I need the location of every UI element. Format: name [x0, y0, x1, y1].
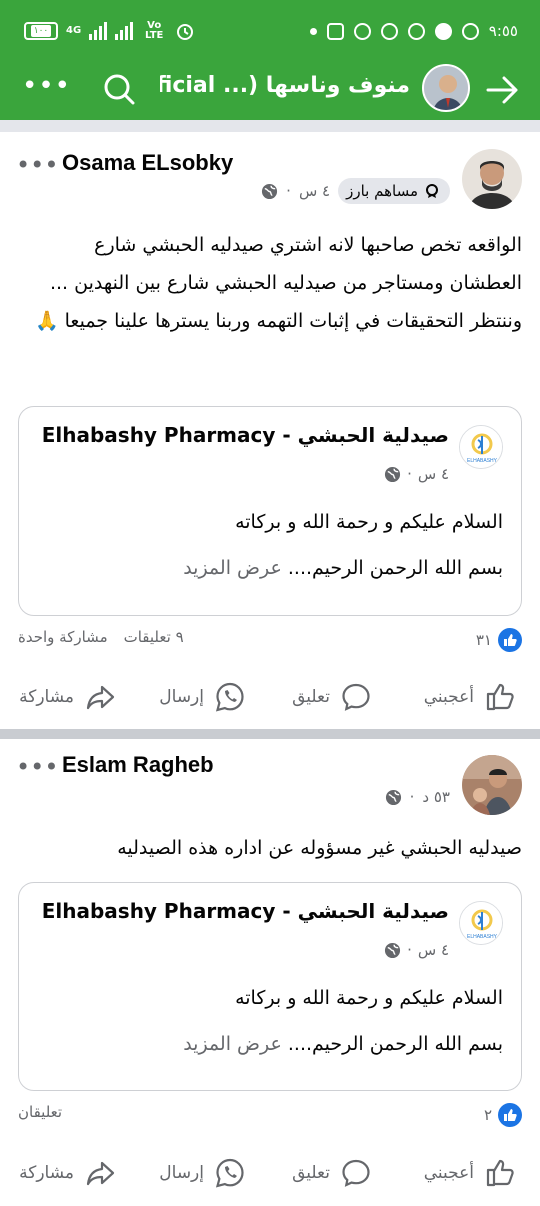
group-avatar[interactable]: [422, 64, 470, 112]
svg-text:ELHABASHY: ELHABASHY: [467, 934, 498, 940]
status-bar: ١٠٠ 4G Vo LTE ٩:٥٥: [0, 0, 540, 58]
pharmacy-avatar[interactable]: ELHABASHY: [459, 425, 503, 469]
volte-indicator: Vo LTE: [144, 20, 164, 41]
shared-post-time: ٤ س: [417, 465, 449, 483]
badge-icon: [426, 184, 438, 198]
whatsapp-icon-2: [407, 22, 425, 40]
comment-button[interactable]: تعليق: [292, 672, 372, 722]
post-meta: مساهم بارز ٤ س ·: [261, 178, 450, 204]
share-button[interactable]: مشاركة: [19, 1148, 116, 1198]
comment-button[interactable]: تعليق: [292, 1148, 372, 1198]
shared-post-line-2: بسم الله الرحمن الرحيم.... عرض المزيد: [183, 557, 503, 579]
shared-post-line-1: السلام عليكم و رحمة الله و بركاته: [235, 987, 503, 1009]
alarm-icon: [177, 24, 194, 40]
author-avatar[interactable]: [462, 149, 522, 209]
post-time[interactable]: ٥٣ د: [422, 788, 450, 806]
shared-post-card[interactable]: ELHABASHY صيدلية الحبشي - Elhabashy Phar…: [18, 882, 522, 1091]
send-button[interactable]: إرسال: [159, 1148, 246, 1198]
shared-post-meta: ٤ س ·: [384, 465, 449, 483]
post-separator: [0, 729, 540, 739]
shared-post-meta: ٤ س ·: [384, 941, 449, 959]
thumbs-up-icon: [486, 1159, 514, 1187]
author-avatar[interactable]: [462, 755, 522, 815]
comment-icon: [342, 683, 370, 711]
post-text: الواقعه تخص صاحبها لانه اشتري صيدليه الح…: [34, 234, 522, 332]
whatsapp-send-icon: [215, 1158, 244, 1188]
post-card: Eslam Ragheb ••• ٥٣ د · صيدليه الحبشي غي…: [0, 739, 540, 1206]
globe-icon: [385, 942, 401, 958]
network-indicator: 4G: [66, 25, 82, 36]
comment-icon: [342, 1159, 370, 1187]
shared-page-name[interactable]: صيدلية الحبشي - Elhabashy Pharmacy: [29, 423, 449, 447]
post-more-icon[interactable]: •••: [16, 153, 58, 178]
shared-post-card[interactable]: ELHABASHY صيدلية الحبشي - Elhabashy Phar…: [18, 406, 522, 616]
share-button[interactable]: مشاركة: [19, 672, 116, 722]
globe-icon: [385, 466, 401, 482]
like-reaction-icon[interactable]: [498, 1103, 522, 1127]
globe-icon: [385, 789, 401, 805]
clock: ٩:٥٥: [488, 22, 518, 40]
see-more-link[interactable]: عرض المزيد: [183, 1033, 282, 1055]
shared-post-time: ٤ س: [417, 941, 449, 959]
group-title[interactable]: منوف وناسها (... official: [160, 70, 410, 102]
comment-count[interactable]: تعليقان: [18, 1103, 62, 1121]
share-arrow-icon: [86, 1161, 115, 1186]
messenger-icon: [353, 22, 371, 40]
globe-icon: [262, 183, 278, 199]
whatsapp-icon: [380, 22, 398, 40]
signal-icon-2: [115, 22, 134, 40]
more-options-icon[interactable]: •••: [22, 72, 70, 106]
signal-icon: [89, 22, 108, 40]
battery-icon: ١٠٠: [24, 22, 58, 40]
author-name[interactable]: Eslam Ragheb: [62, 752, 214, 778]
author-name[interactable]: Osama ELsobky: [62, 150, 233, 176]
post-actions: أعجبني تعليق إرسال مشاركة: [0, 1148, 540, 1198]
thumbs-up-icon: [486, 683, 514, 711]
like-button[interactable]: أعجبني: [424, 1148, 516, 1198]
whatsapp-icon-3: [461, 22, 479, 40]
like-button[interactable]: أعجبني: [424, 672, 516, 722]
instagram-icon: [326, 22, 344, 40]
shared-post-line-2: بسم الله الرحمن الرحيم.... عرض المزيد: [183, 1033, 503, 1055]
badge-label: مساهم بارز: [346, 182, 418, 200]
post-more-icon[interactable]: •••: [16, 755, 58, 780]
shared-post-line-1: السلام عليكم و رحمة الله و بركاته: [235, 511, 503, 533]
shared-page-name[interactable]: صيدلية الحبشي - Elhabashy Pharmacy: [29, 899, 449, 923]
see-more-link[interactable]: عرض المزيد: [183, 557, 282, 579]
post-text: صيدليه الحبشي غير مسؤوله عن اداره هذه ال…: [117, 837, 522, 859]
facebook-icon: [434, 22, 452, 40]
arrow-right-icon[interactable]: [482, 70, 522, 110]
share-arrow-icon: [86, 685, 115, 710]
post-actions: أعجبني تعليق إرسال مشاركة: [0, 672, 540, 722]
comment-count[interactable]: ٩ تعليقات: [124, 628, 184, 646]
post-stats: ٣١ ٩ تعليقات مشاركة واحدة: [18, 628, 522, 654]
send-button[interactable]: إرسال: [159, 672, 246, 722]
pharmacy-avatar[interactable]: ELHABASHY: [459, 901, 503, 945]
svg-text:ELHABASHY: ELHABASHY: [467, 458, 498, 464]
feed-separator: [0, 120, 540, 132]
share-count[interactable]: مشاركة واحدة: [18, 628, 108, 646]
top-contributor-badge[interactable]: مساهم بارز: [338, 178, 450, 204]
notification-dot-icon: [309, 27, 317, 35]
post-stats: ٢ تعليقان: [18, 1103, 522, 1129]
search-icon[interactable]: [100, 70, 138, 108]
like-reaction-icon[interactable]: [498, 628, 522, 652]
app-bar: منوف وناسها (... official •••: [0, 58, 540, 120]
reaction-count[interactable]: ٣١: [476, 631, 492, 649]
top-bar: ١٠٠ 4G Vo LTE ٩:٥٥ منوف وناسها (... offi…: [0, 0, 540, 120]
post-card: Osama ELsobky ••• مساهم بارز ٤ س · الواق…: [0, 132, 540, 728]
post-meta: ٥٣ د ·: [385, 788, 450, 806]
reaction-count[interactable]: ٢: [484, 1106, 492, 1124]
whatsapp-send-icon: [215, 682, 244, 712]
post-time[interactable]: ٤ س: [299, 182, 330, 200]
